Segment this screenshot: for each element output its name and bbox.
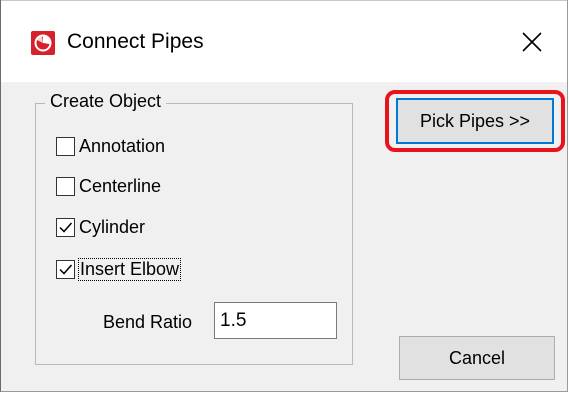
centerline-option[interactable]: Centerline	[56, 173, 161, 199]
annotation-checkbox[interactable]	[56, 136, 75, 156]
centerline-label[interactable]: Centerline	[79, 176, 161, 197]
cylinder-checkbox[interactable]	[56, 217, 75, 237]
pick-pipes-button[interactable]: Pick Pipes >>	[396, 98, 554, 144]
create-object-group-label: Create Object	[45, 91, 167, 112]
connect-pipes-dialog: Connect Pipes Create Object Annotation C…	[0, 0, 568, 392]
close-icon	[522, 32, 542, 52]
centerline-checkbox[interactable]	[56, 176, 75, 196]
insert-elbow-label[interactable]: Insert Elbow	[77, 257, 182, 281]
annotation-label[interactable]: Annotation	[79, 136, 165, 157]
annotation-option[interactable]: Annotation	[56, 133, 165, 159]
bend-ratio-input[interactable]	[214, 302, 337, 339]
checkmark-icon	[59, 222, 73, 233]
insert-elbow-checkbox[interactable]	[56, 259, 75, 279]
bend-ratio-label: Bend Ratio	[103, 312, 193, 332]
close-button[interactable]	[497, 1, 567, 83]
title-bar[interactable]: Connect Pipes	[1, 0, 567, 82]
window-title: Connect Pipes	[67, 30, 204, 53]
dialog-body: Create Object Annotation Centerline Cyli…	[1, 82, 567, 392]
cancel-button[interactable]: Cancel	[399, 336, 555, 380]
cylinder-option[interactable]: Cylinder	[56, 214, 145, 240]
cylinder-label[interactable]: Cylinder	[79, 217, 145, 238]
app-logo-icon	[31, 31, 55, 55]
checkmark-icon	[59, 264, 73, 275]
insert-elbow-option[interactable]: Insert Elbow	[56, 256, 182, 282]
